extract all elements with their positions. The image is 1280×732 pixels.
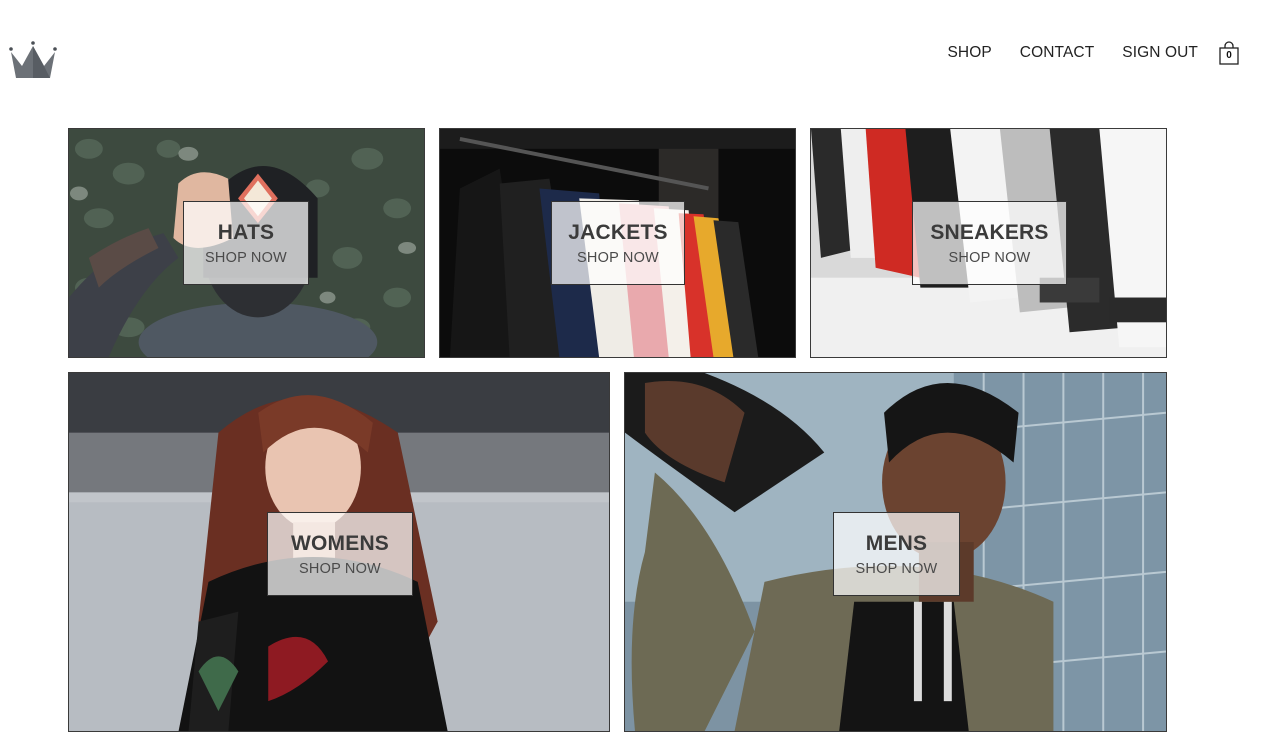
shop-now-text: SHOP NOW (299, 561, 381, 577)
category-label: WOMENS SHOP NOW (267, 512, 413, 596)
category-tile-jackets[interactable]: JACKETS SHOP NOW (439, 128, 796, 358)
category-label: HATS SHOP NOW (183, 201, 309, 285)
shop-now-text: SHOP NOW (855, 561, 938, 577)
category-label: MENS SHOP NOW (833, 512, 960, 596)
cart-button[interactable]: 0 (1218, 40, 1240, 66)
category-tile-hats[interactable]: HATS SHOP NOW (68, 128, 425, 358)
category-tile-sneakers[interactable]: SNEAKERS SHOP NOW (810, 128, 1167, 358)
category-label: SNEAKERS SHOP NOW (912, 201, 1067, 285)
nav-contact-link[interactable]: CONTACT (1020, 44, 1094, 62)
category-tile-womens[interactable]: WOMENS SHOP NOW (68, 372, 610, 732)
shop-now-text: SHOP NOW (577, 250, 659, 266)
category-title: WOMENS (290, 532, 390, 555)
category-title: JACKETS (568, 221, 668, 244)
cart-item-count: 0 (1226, 49, 1232, 61)
category-title: MENS (865, 532, 928, 555)
category-tile-mens[interactable]: MENS SHOP NOW (624, 372, 1167, 732)
shop-now-text: SHOP NOW (948, 250, 1031, 266)
header-nav: SHOP CONTACT SIGN OUT 0 (919, 40, 1240, 66)
crown-logo-icon[interactable] (8, 40, 58, 82)
category-label: JACKETS SHOP NOW (551, 201, 685, 285)
nav-sign-out-link[interactable]: SIGN OUT (1122, 44, 1198, 62)
category-title: SNEAKERS (930, 221, 1049, 244)
category-title: HATS (217, 221, 275, 244)
shop-now-text: SHOP NOW (205, 250, 287, 266)
nav-shop-link[interactable]: SHOP (947, 44, 991, 62)
